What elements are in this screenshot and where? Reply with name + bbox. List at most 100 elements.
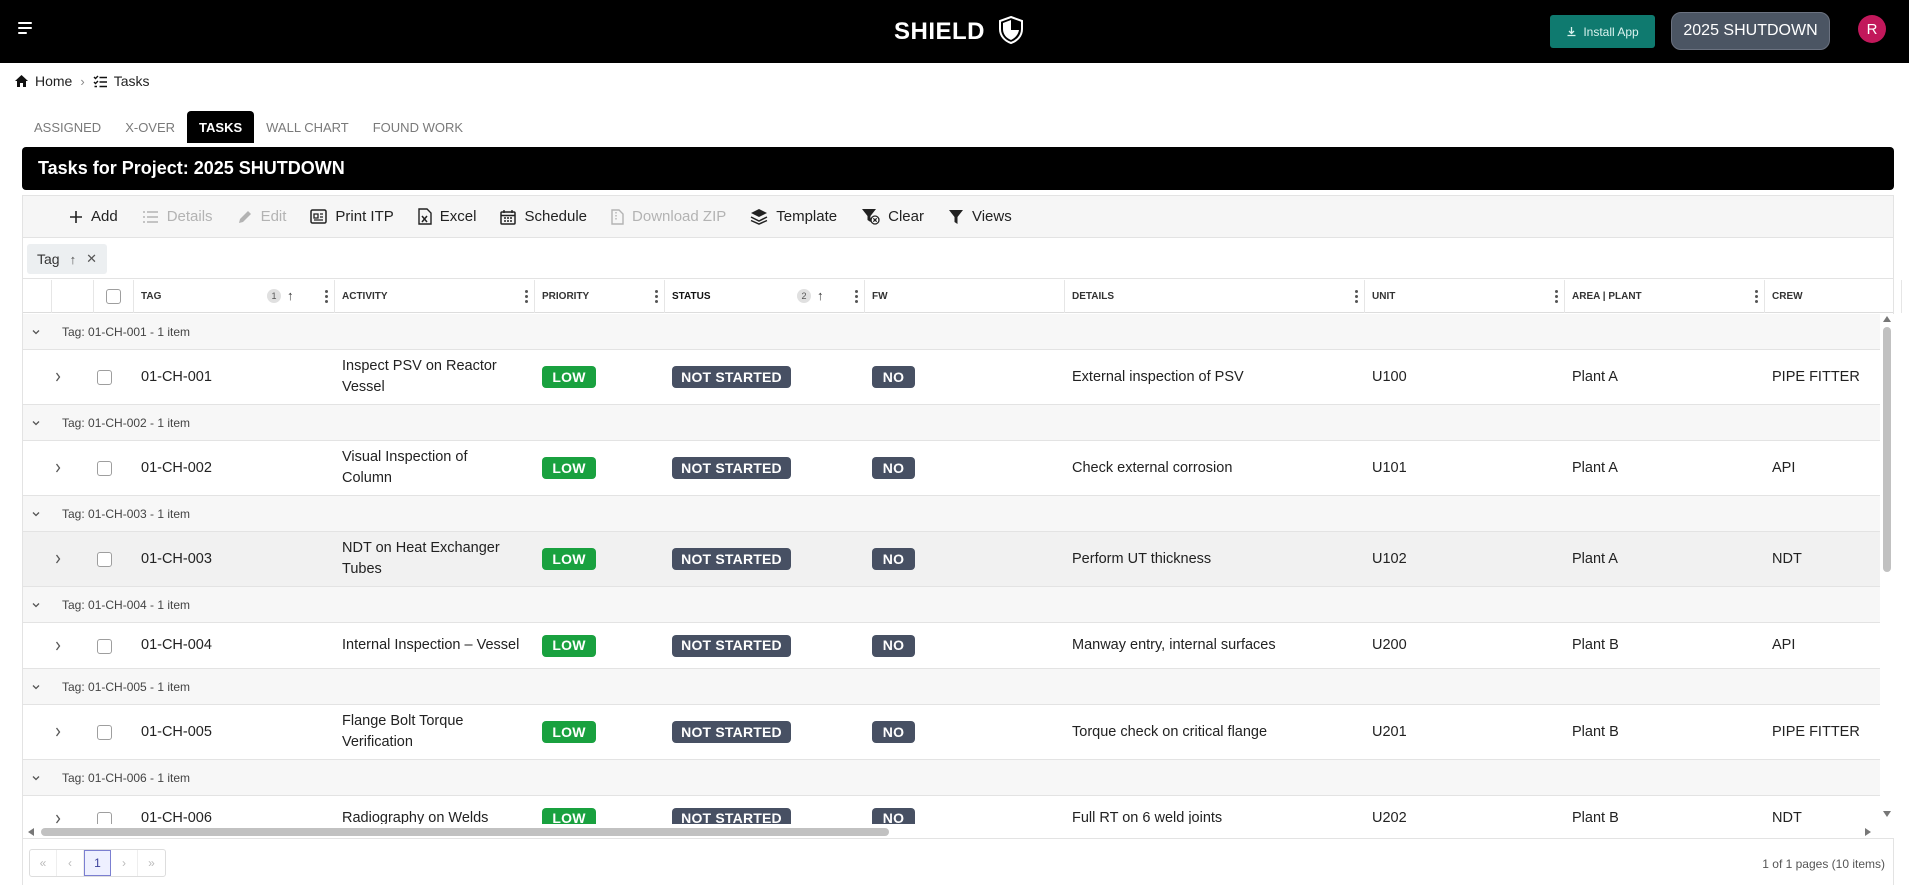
- row-checkbox[interactable]: [97, 370, 112, 385]
- group-row[interactable]: Tag: 01-CH-004 - 1 item: [23, 587, 1880, 623]
- column-header-crew[interactable]: CREW: [1765, 280, 1902, 313]
- column-menu-icon[interactable]: [1754, 289, 1758, 303]
- user-avatar[interactable]: R: [1858, 15, 1886, 43]
- chevron-down-icon[interactable]: [31, 682, 41, 692]
- schedule-button[interactable]: Schedule: [500, 208, 587, 225]
- column-menu-icon[interactable]: [1354, 289, 1358, 303]
- chevron-right-icon[interactable]: [53, 553, 63, 565]
- page-title: Tasks for Project: 2025 SHUTDOWN: [22, 147, 1894, 190]
- breadcrumb-tasks[interactable]: Tasks: [93, 73, 150, 89]
- sort-ascending-icon[interactable]: ↑: [70, 252, 77, 267]
- row-checkbox[interactable]: [97, 461, 112, 476]
- group-row[interactable]: Tag: 01-CH-001 - 1 item: [23, 314, 1880, 350]
- tab-assigned[interactable]: ASSIGNED: [22, 111, 113, 143]
- print-itp-button[interactable]: Print ITP: [310, 208, 394, 225]
- chevron-right-icon[interactable]: [53, 726, 63, 738]
- template-button[interactable]: Template: [750, 208, 837, 225]
- cell-crew: PIPE FITTER: [1772, 368, 1860, 385]
- project-selector-button[interactable]: 2025 SHUTDOWN: [1671, 12, 1830, 50]
- horizontal-scrollbar[interactable]: [23, 824, 1880, 838]
- scroll-right-arrow-icon[interactable]: [1865, 828, 1871, 836]
- last-page-button[interactable]: »: [138, 850, 165, 876]
- table-row[interactable]: 01-CH-003 NDT on Heat Exchanger Tubes LO…: [23, 532, 1880, 587]
- horizontal-scrollbar-thumb[interactable]: [41, 828, 889, 836]
- group-label: Tag: 01-CH-001 - 1 item: [62, 324, 191, 339]
- vertical-scrollbar-thumb[interactable]: [1883, 327, 1891, 572]
- excel-button[interactable]: Excel: [418, 208, 476, 225]
- group-row[interactable]: Tag: 01-CH-003 - 1 item: [23, 496, 1880, 532]
- cell-fw: NO: [872, 532, 915, 586]
- chevron-down-icon[interactable]: [31, 418, 41, 428]
- zip-file-icon: [611, 208, 624, 225]
- column-header-priority[interactable]: PRIORITY: [535, 280, 665, 313]
- table-row[interactable]: 01-CH-005 Flange Bolt Torque Verificatio…: [23, 705, 1880, 760]
- edit-button[interactable]: Edit: [237, 208, 286, 225]
- group-row[interactable]: Tag: 01-CH-005 - 1 item: [23, 669, 1880, 705]
- scroll-left-arrow-icon[interactable]: [28, 828, 34, 836]
- filter-icon: [948, 209, 963, 224]
- cell-area: Plant A: [1572, 550, 1618, 567]
- tab-x-over[interactable]: X-OVER: [113, 111, 187, 143]
- chevron-right-icon[interactable]: [53, 462, 63, 474]
- table-row[interactable]: 01-CH-002 Visual Inspection of Column LO…: [23, 441, 1880, 496]
- remove-group-icon[interactable]: ✕: [86, 251, 97, 267]
- sort-ascending-icon[interactable]: ↑: [287, 288, 294, 303]
- column-menu-icon[interactable]: [654, 289, 658, 303]
- add-button[interactable]: Add: [69, 208, 118, 225]
- sort-order-badge: 1: [267, 289, 281, 303]
- fw-badge: NO: [872, 634, 915, 657]
- page-number-button[interactable]: 1: [84, 850, 111, 876]
- column-activity-label: ACTIVITY: [342, 291, 388, 302]
- column-header-fw[interactable]: FW: [865, 280, 1065, 313]
- table-row[interactable]: 01-CH-001 Inspect PSV on Reactor Vessel …: [23, 350, 1880, 405]
- clear-filter-button[interactable]: Clear: [861, 208, 924, 225]
- sort-ascending-icon[interactable]: ↑: [817, 288, 824, 303]
- tab-found-work[interactable]: FOUND WORK: [361, 111, 475, 143]
- group-row[interactable]: Tag: 01-CH-002 - 1 item: [23, 405, 1880, 441]
- column-header-tag[interactable]: TAG 1 ↑: [134, 280, 335, 313]
- column-menu-icon[interactable]: [1554, 289, 1558, 303]
- cell-activity: NDT on Heat Exchanger Tubes: [342, 532, 532, 586]
- tab-tasks[interactable]: TASKS: [187, 111, 255, 143]
- breadcrumb-home[interactable]: Home: [14, 73, 72, 89]
- column-header-area-plant[interactable]: AREA | PLANT: [1565, 280, 1765, 313]
- chevron-down-icon[interactable]: [31, 509, 41, 519]
- row-checkbox[interactable]: [97, 725, 112, 740]
- row-checkbox[interactable]: [97, 639, 112, 654]
- scroll-down-arrow-icon[interactable]: [1883, 811, 1891, 817]
- column-header-details[interactable]: DETAILS: [1065, 280, 1365, 313]
- scroll-up-arrow-icon[interactable]: [1883, 316, 1891, 322]
- cell-unit: U201: [1372, 723, 1407, 740]
- tab-wall-chart[interactable]: WALL CHART: [254, 111, 361, 143]
- top-bar: SHIELD Install App 2025 SHUTDOWN R: [0, 0, 1909, 63]
- column-header-status[interactable]: STATUS 2 ↑: [665, 280, 865, 313]
- column-header-unit[interactable]: UNIT: [1365, 280, 1565, 313]
- chevron-right-icon[interactable]: [53, 371, 63, 383]
- group-chip-tag[interactable]: Tag ↑ ✕: [27, 244, 107, 274]
- column-header-activity[interactable]: ACTIVITY: [335, 280, 535, 313]
- first-page-button[interactable]: «: [30, 850, 57, 876]
- details-button[interactable]: Details: [142, 208, 213, 225]
- row-checkbox[interactable]: [97, 552, 112, 567]
- chevron-down-icon[interactable]: [31, 327, 41, 337]
- column-menu-icon[interactable]: [524, 289, 528, 303]
- table-row[interactable]: 01-CH-004 Internal Inspection – Vessel L…: [23, 623, 1880, 669]
- home-icon: [15, 75, 28, 87]
- column-menu-icon[interactable]: [854, 289, 858, 303]
- chevron-down-icon[interactable]: [31, 773, 41, 783]
- vertical-scrollbar[interactable]: [1880, 314, 1894, 838]
- chevron-right-icon[interactable]: [53, 640, 63, 652]
- group-row[interactable]: Tag: 01-CH-006 - 1 item: [23, 760, 1880, 796]
- fw-badge: NO: [872, 366, 915, 388]
- next-page-button[interactable]: ›: [111, 850, 138, 876]
- cell-fw: NO: [872, 623, 915, 668]
- views-button[interactable]: Views: [948, 208, 1012, 225]
- install-app-button[interactable]: Install App: [1550, 15, 1655, 48]
- menu-icon[interactable]: [18, 22, 34, 36]
- download-zip-button[interactable]: Download ZIP: [611, 208, 726, 225]
- previous-page-button[interactable]: ‹: [57, 850, 84, 876]
- select-all-checkbox[interactable]: [106, 289, 121, 304]
- group-label: Tag: 01-CH-004 - 1 item: [62, 597, 191, 612]
- chevron-down-icon[interactable]: [31, 600, 41, 610]
- column-menu-icon[interactable]: [324, 289, 328, 303]
